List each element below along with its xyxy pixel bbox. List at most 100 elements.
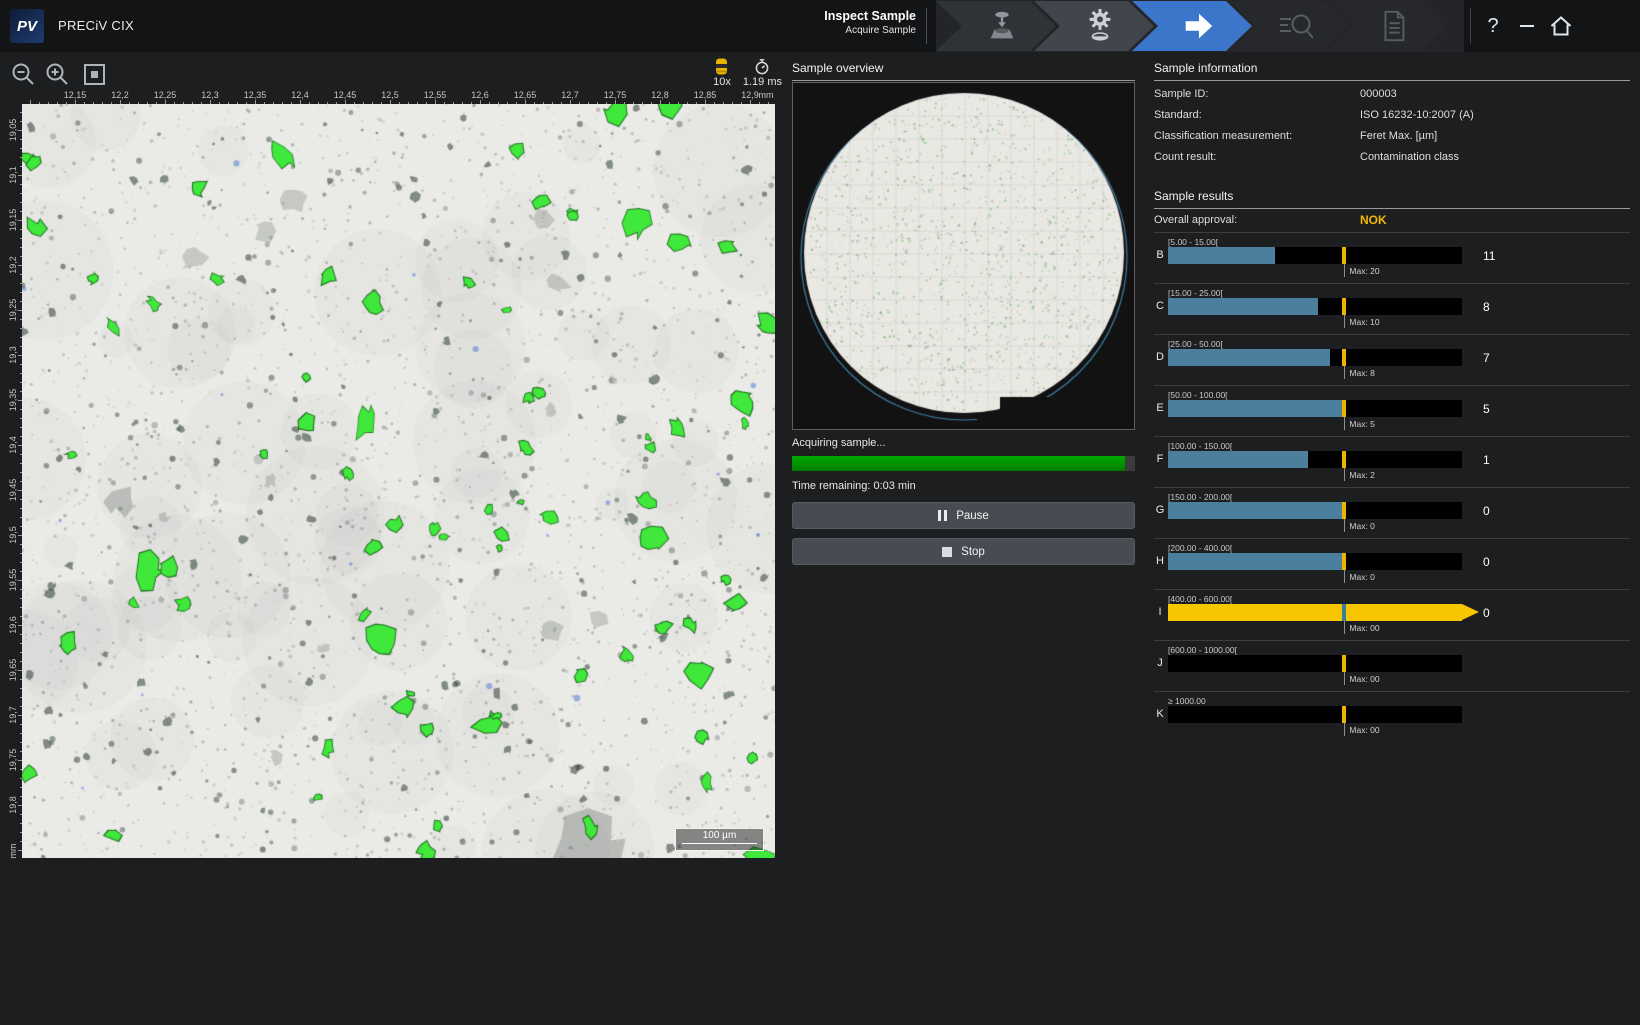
- app-title: PRECiV CIX: [58, 18, 134, 33]
- home-button[interactable]: [1548, 12, 1574, 40]
- class-range-label: [100.00 - 150.00[: [1168, 441, 1232, 451]
- class-limit-marker: [1342, 604, 1346, 621]
- class-bar-fill: [1168, 502, 1344, 519]
- class-bar: [1168, 298, 1462, 315]
- ruler-tick-label: 19,3: [8, 338, 18, 372]
- info-value: Feret Max. [µm]: [1360, 130, 1630, 142]
- class-limit-marker: [1342, 706, 1346, 723]
- limit-marker-tail: [1344, 519, 1345, 532]
- class-count: 7: [1483, 351, 1490, 365]
- review-search-icon: [1276, 7, 1316, 45]
- info-value: 000003: [1360, 88, 1630, 100]
- divider: [926, 8, 927, 44]
- class-letter: D: [1154, 351, 1166, 363]
- class-range-label: ≥ 1000.00: [1168, 696, 1206, 706]
- ruler-tick-label: 19,15: [8, 203, 18, 237]
- class-max-label: Max: 00: [1349, 623, 1379, 633]
- sample-overview-title: Sample overview: [792, 61, 1135, 81]
- ruler-tick-label: 12,25: [150, 90, 180, 100]
- class-row-H: [200.00 - 400.00[HMax: 00: [1154, 538, 1630, 589]
- limit-marker-tail: [1344, 621, 1345, 634]
- scale-bar-label: 100 µm: [676, 829, 763, 842]
- workflow-step-subtitle: Acquire Sample: [824, 25, 916, 38]
- ruler-unit-label: mm: [8, 834, 18, 868]
- class-row-G: [150.00 - 200.00[GMax: 00: [1154, 487, 1630, 538]
- ruler-tick-label: 19,65: [8, 653, 18, 687]
- time-remaining: Time remaining: 0:03 min: [792, 480, 916, 492]
- ruler-tick-label: 12,55: [420, 90, 450, 100]
- help-button[interactable]: ?: [1480, 12, 1506, 40]
- ruler-tick-label: 19,6: [8, 608, 18, 642]
- limit-marker-tail: [1344, 570, 1345, 583]
- class-count: 0: [1483, 555, 1490, 569]
- minimize-button[interactable]: [1514, 12, 1540, 40]
- class-max-label: Max: 00: [1349, 674, 1379, 684]
- class-bar-fill: [1168, 451, 1308, 468]
- stop-button-label: Stop: [961, 546, 985, 558]
- class-row-J: [600.00 - 1000.00[JMax: 00: [1154, 640, 1630, 691]
- info-row: Standard:ISO 16232-10:2007 (A): [1154, 104, 1630, 125]
- sample-overview-image: [793, 83, 1134, 429]
- sample-information-rows: Sample ID:000003Standard:ISO 16232-10:20…: [1154, 83, 1630, 167]
- class-letter: I: [1154, 606, 1166, 618]
- class-bar-fill: [1168, 400, 1344, 417]
- ruler-tick-label: 12,15: [60, 90, 90, 100]
- info-value: Contamination class: [1360, 151, 1630, 163]
- class-bar: [1168, 400, 1462, 417]
- class-range-label: [5.00 - 15.00[: [1168, 237, 1218, 247]
- class-row-D: [25.00 - 50.00[DMax: 87: [1154, 334, 1630, 385]
- class-letter: K: [1154, 708, 1166, 720]
- class-max-label: Max: 00: [1349, 725, 1379, 735]
- class-bar: [1168, 502, 1462, 519]
- overall-approval-row: Overall approval: NOK: [1154, 209, 1630, 231]
- zoom-in-button[interactable]: [44, 61, 71, 88]
- ruler-tick-label: 19,4: [8, 428, 18, 462]
- fit-view-button[interactable]: [81, 61, 108, 88]
- ruler-tick-label: 12,35: [240, 90, 270, 100]
- class-max-label: Max: 5: [1349, 419, 1375, 429]
- class-count: 8: [1483, 300, 1490, 314]
- pause-button-label: Pause: [956, 510, 989, 522]
- ruler-tick-label: 12,3: [195, 90, 225, 100]
- minimize-icon: [1519, 24, 1535, 28]
- workflow-step-load-sample[interactable]: [936, 1, 1056, 51]
- class-max-label: Max: 20: [1349, 266, 1379, 276]
- workflow-caption: Inspect Sample Acquire Sample: [824, 9, 916, 37]
- ruler-tick-label: 19,05: [8, 113, 18, 147]
- ruler-tick-label: 19,75: [8, 743, 18, 777]
- class-row-I: [400.00 - 600.00[IMax: 000: [1154, 589, 1630, 640]
- class-bar: [1168, 349, 1462, 366]
- load-sample-icon: [984, 7, 1020, 45]
- class-limit-marker: [1342, 553, 1346, 570]
- ruler-tick-label: 12,2: [105, 90, 135, 100]
- class-letter: C: [1154, 300, 1166, 312]
- specimen-image[interactable]: [22, 104, 775, 858]
- stop-button[interactable]: Stop: [792, 538, 1135, 565]
- ruler-tick-label: 12,8: [645, 90, 675, 100]
- class-bar: [1168, 604, 1462, 621]
- class-limit-marker: [1342, 400, 1346, 417]
- class-range-label: [15.00 - 25.00[: [1168, 288, 1223, 298]
- limit-marker-tail: [1344, 468, 1345, 481]
- acquisition-progress-bar: [792, 456, 1135, 471]
- magnification-value: 10x: [713, 76, 731, 88]
- stop-icon: [942, 547, 952, 557]
- info-label: Classification measurement:: [1154, 130, 1360, 142]
- ruler-tick-label: 19,45: [8, 473, 18, 507]
- pause-button[interactable]: Pause: [792, 502, 1135, 529]
- workflow-steps: [936, 0, 1464, 52]
- info-row: Classification measurement:Feret Max. [µ…: [1154, 125, 1630, 146]
- class-row-E: [50.00 - 100.00[EMax: 55: [1154, 385, 1630, 436]
- ruler-tick-label: 12,75: [600, 90, 630, 100]
- ruler-tick-label: 19,35: [8, 383, 18, 417]
- class-bar-fill: [1168, 349, 1330, 366]
- ruler-tick-label: 19,55: [8, 563, 18, 597]
- ruler-tick-label: 12,45: [330, 90, 360, 100]
- ruler-tick-label: 19,7: [8, 698, 18, 732]
- objective-magnification: 10x: [713, 58, 731, 88]
- titlebar: PV PRECiV CIX Inspect Sample Acquire Sam…: [0, 0, 1640, 52]
- class-limit-marker: [1342, 298, 1346, 315]
- class-range-label: [25.00 - 50.00[: [1168, 339, 1223, 349]
- zoom-out-button[interactable]: [10, 61, 37, 88]
- class-bar-fill: [1168, 247, 1275, 264]
